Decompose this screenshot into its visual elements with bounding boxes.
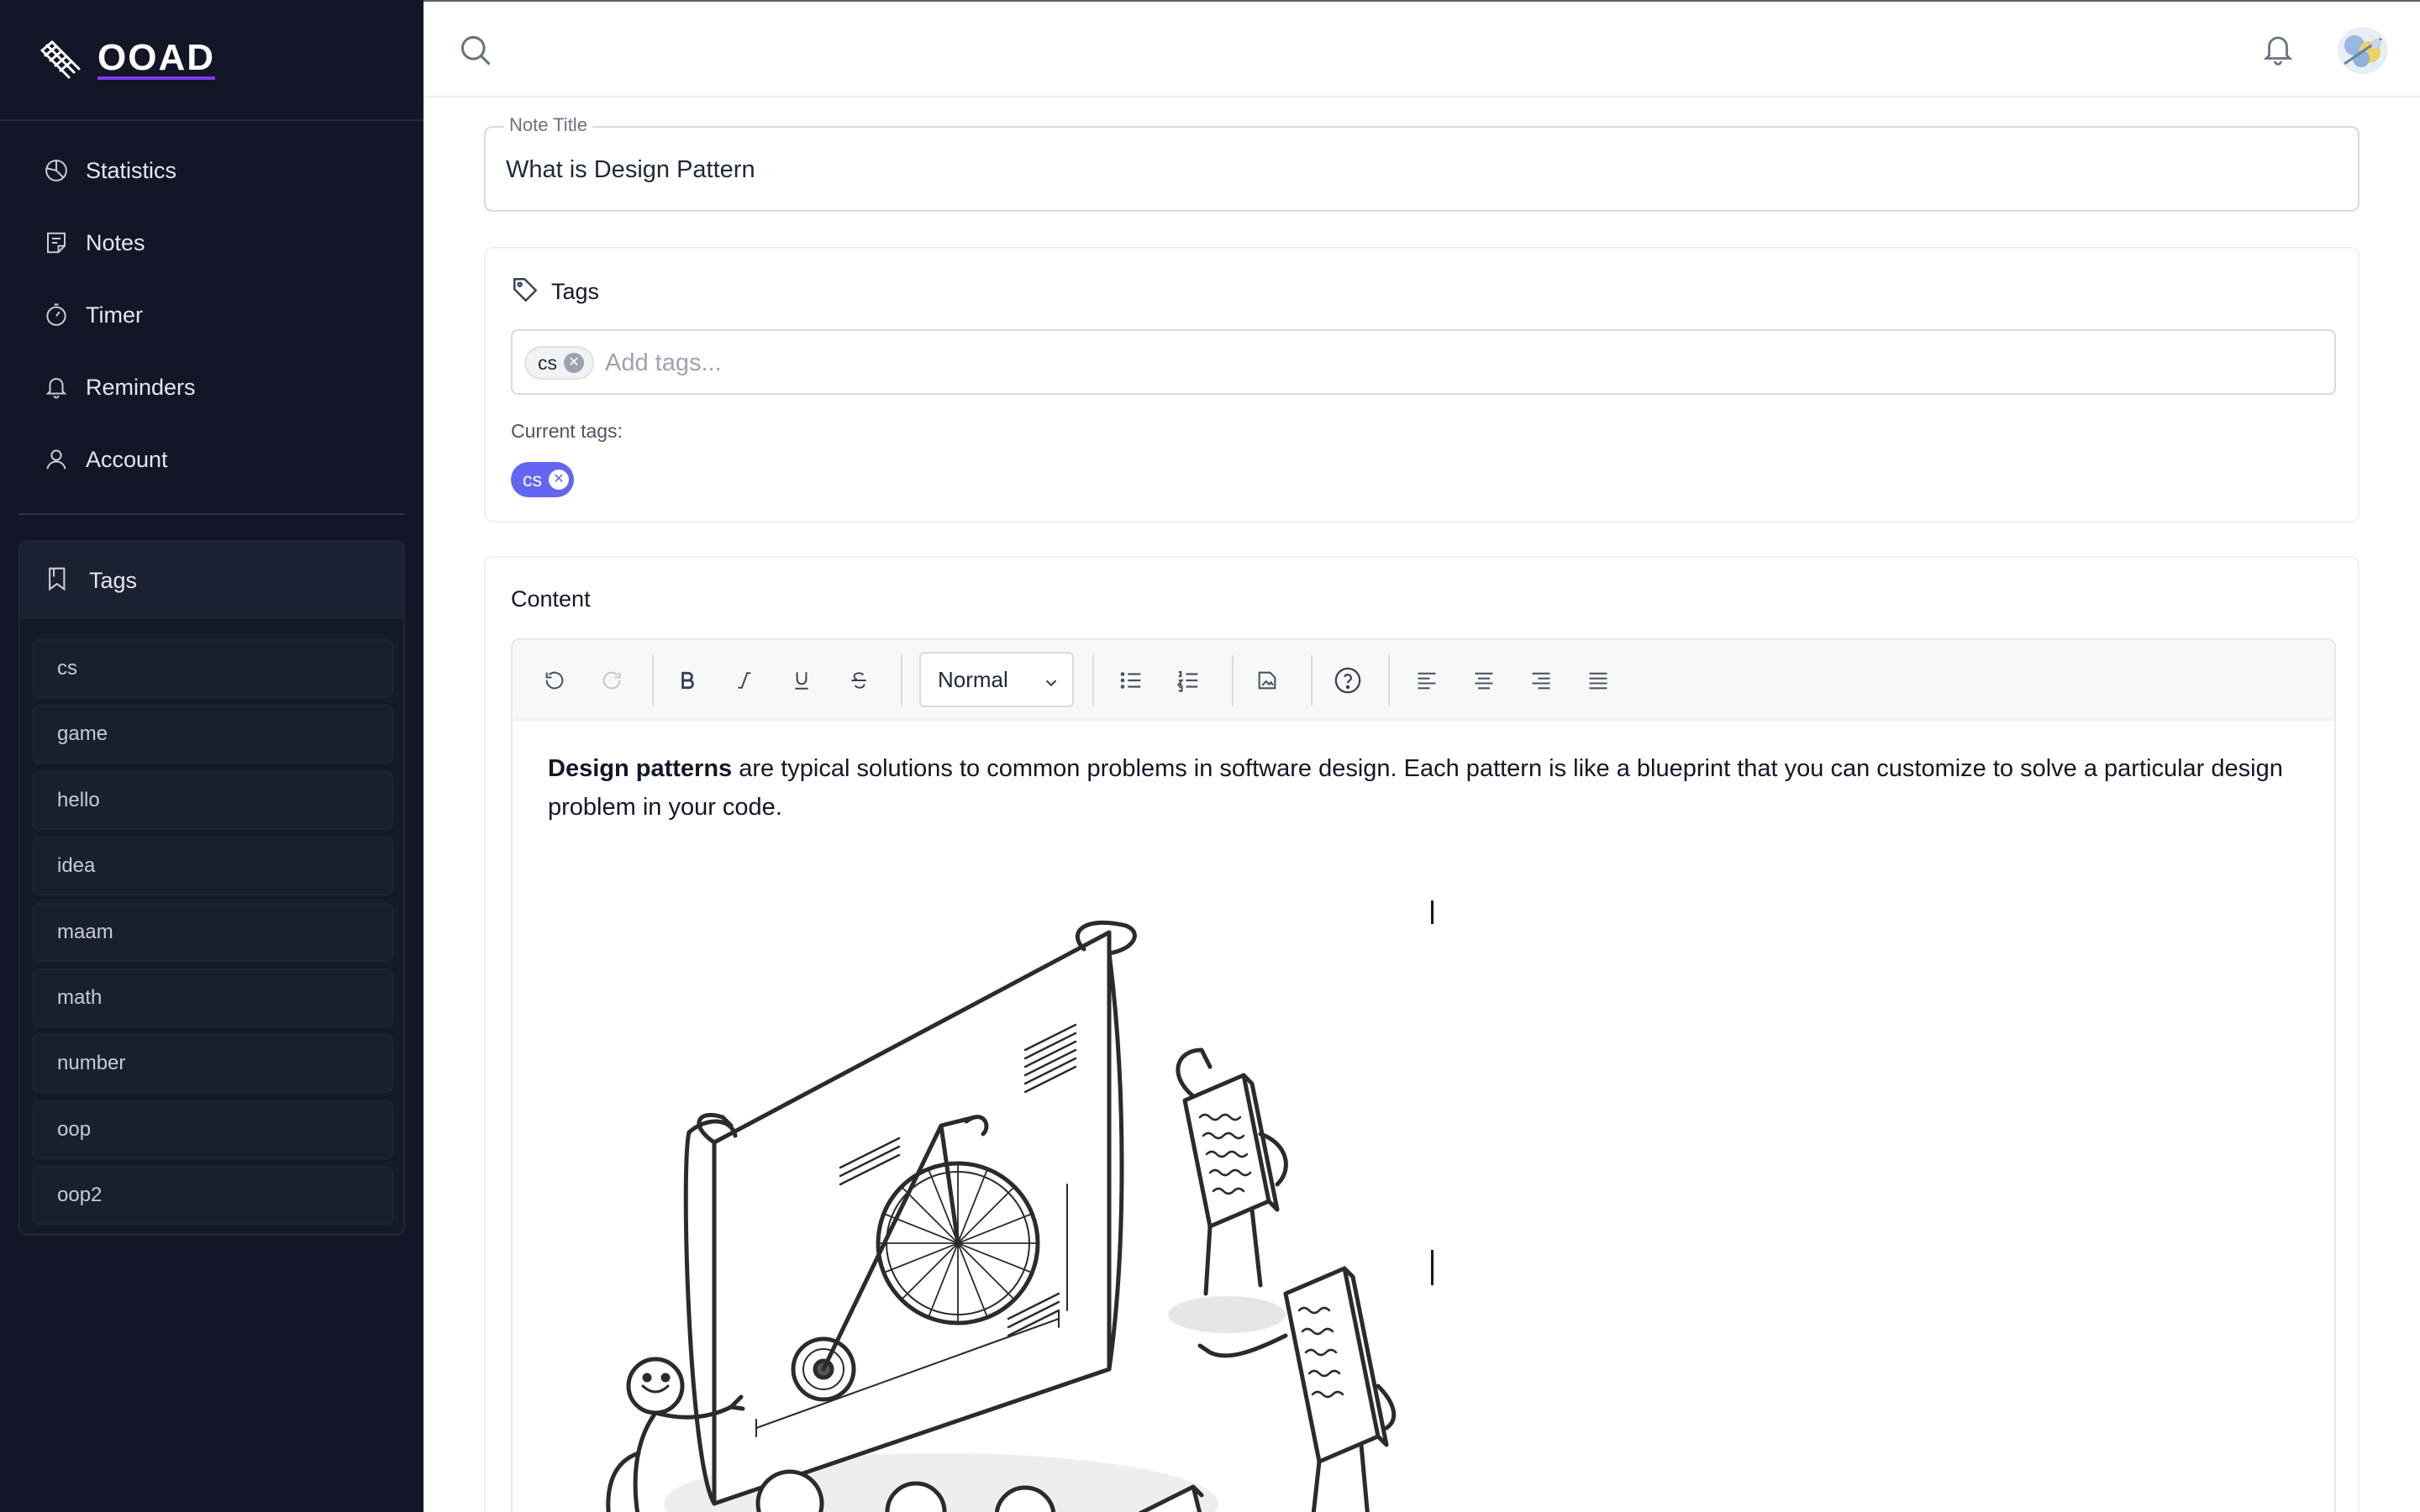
remove-current-tag-icon[interactable]: ✕ (549, 470, 569, 490)
image-icon[interactable] (1249, 662, 1286, 699)
toolbar-separator (901, 655, 902, 706)
remove-tag-icon[interactable]: ✕ (564, 353, 584, 373)
chevron-down-icon (1042, 672, 1060, 698)
align-center-icon[interactable] (1465, 662, 1502, 699)
app-name[interactable]: OOAD (97, 37, 215, 79)
note-title-label: Note Title (504, 114, 592, 136)
pencil-logo-icon (40, 40, 81, 79)
nav-label: Reminders (86, 374, 196, 400)
nav-item-statistics[interactable]: Statistics (18, 134, 405, 207)
design-pattern-illustration (606, 920, 1397, 1512)
note-title-input[interactable] (506, 153, 2338, 186)
sidebar-tag-item[interactable]: cs (32, 639, 393, 698)
tags-card: Tags cs ✕ Current tags: cs ✕ (484, 247, 2360, 522)
sidebar: OOAD Statistics Notes Timer Reminders Ac… (0, 0, 424, 1512)
bold-icon[interactable] (669, 662, 706, 699)
search-icon[interactable] (457, 32, 494, 69)
sidebar-tag-list: cs game hello idea maam math number oop … (32, 639, 393, 1232)
format-select-value: Normal (938, 666, 1008, 692)
underline-icon[interactable] (783, 662, 820, 699)
sidebar-tag-item[interactable]: hello (32, 770, 393, 830)
content-bold-text: Design patterns (548, 755, 733, 782)
timer-icon (42, 301, 71, 329)
toolbar-separator (1388, 655, 1390, 706)
nav-label: Statistics (86, 157, 177, 183)
add-tags-input[interactable] (605, 346, 2202, 380)
bookmark-icon (45, 565, 71, 596)
main-nav: Statistics Notes Timer Reminders Account (18, 134, 405, 496)
align-right-icon[interactable] (1523, 662, 1560, 699)
content-title: Content (511, 586, 591, 612)
sidebar-tag-item[interactable]: oop (32, 1100, 393, 1159)
sidebar-tags-panel: Tags cs game hello idea maam math number… (18, 540, 405, 1236)
tag-chip: cs ✕ (524, 346, 594, 380)
current-tags-label: Current tags: (511, 420, 623, 442)
align-justify-icon[interactable] (1580, 662, 1617, 699)
bell-icon (42, 373, 71, 402)
user-icon (42, 445, 71, 474)
nav-label: Notes (86, 229, 145, 255)
toolbar-separator (1092, 655, 1094, 706)
toolbar-separator (652, 655, 654, 706)
numbered-list-icon[interactable] (1170, 662, 1207, 699)
sidebar-tag-item[interactable]: oop2 (32, 1166, 393, 1226)
sidebar-tag-item[interactable]: game (32, 705, 393, 764)
text-caret (1431, 900, 1434, 924)
toolbar-separator (1232, 655, 1234, 706)
nav-label: Account (86, 446, 168, 472)
nav-label: Timer (86, 302, 143, 328)
sidebar-tag-item[interactable]: maam (32, 902, 393, 962)
format-select[interactable]: Normal (919, 652, 1074, 707)
tag-chip-label: cs (538, 351, 557, 374)
sidebar-tags-header[interactable]: Tags (20, 542, 403, 619)
sidebar-tag-item[interactable]: number (32, 1034, 393, 1094)
current-tag-chip: cs ✕ (511, 462, 574, 497)
strikethrough-icon[interactable] (840, 662, 877, 699)
bullet-list-icon[interactable] (1113, 662, 1150, 699)
avatar[interactable] (2338, 27, 2388, 74)
topbar (424, 0, 2420, 97)
notification-bell-icon[interactable] (2260, 30, 2297, 71)
nav-item-notes[interactable]: Notes (18, 207, 405, 279)
brand: OOAD (0, 0, 424, 121)
sidebar-tag-item[interactable]: math (32, 968, 393, 1027)
nav-divider (18, 513, 405, 515)
current-tag-chip-label: cs (523, 468, 542, 491)
toolbar-separator (1311, 655, 1313, 706)
tag-icon (511, 276, 539, 308)
note-title-field: Note Title (484, 114, 2360, 212)
italic-icon[interactable] (726, 662, 763, 699)
pie-chart-icon (42, 156, 71, 185)
nav-item-timer[interactable]: Timer (18, 279, 405, 351)
align-left-icon[interactable] (1408, 662, 1445, 699)
content-text: are typical solutions to common problems… (548, 755, 2283, 821)
tags-card-header: Tags (511, 276, 599, 308)
tags-card-title: Tags (551, 279, 600, 304)
redo-icon[interactable] (593, 662, 630, 699)
nav-item-account[interactable]: Account (18, 423, 405, 496)
editor-toolbar: Normal (513, 640, 2334, 721)
editor-content[interactable]: Design patterns are typical solutions to… (548, 749, 2296, 827)
nav-item-reminders[interactable]: Reminders (18, 351, 405, 423)
undo-icon[interactable] (536, 662, 573, 699)
sidebar-tags-title: Tags (89, 567, 138, 593)
sidebar-tag-item[interactable]: idea (32, 837, 393, 896)
tag-input-box: cs ✕ (511, 329, 2336, 395)
help-icon[interactable] (1329, 662, 1366, 699)
content-paragraph: Design patterns are typical solutions to… (548, 749, 2296, 827)
text-caret (1431, 1250, 1434, 1285)
note-icon (42, 228, 71, 257)
